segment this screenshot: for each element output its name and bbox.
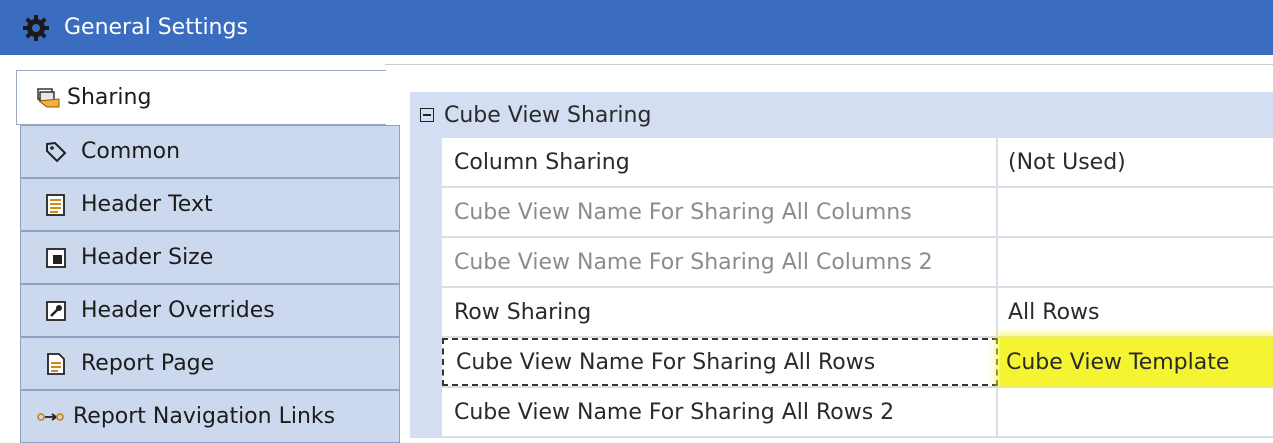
- section-header-cube-view-sharing[interactable]: Cube View Sharing: [410, 92, 1273, 138]
- tab-label: Header Text: [81, 192, 213, 217]
- property-value[interactable]: [998, 188, 1273, 236]
- tag-icon: [45, 141, 67, 163]
- property-row[interactable]: Cube View Name For Sharing All Rows 2: [442, 388, 1273, 438]
- section-title: Cube View Sharing: [444, 102, 652, 128]
- property-grid: Cube View Sharing Column Sharing (Not Us…: [410, 92, 1273, 438]
- tab-report-page[interactable]: Report Page: [20, 337, 400, 390]
- property-value-highlighted[interactable]: Cube View Template: [1000, 338, 1273, 386]
- property-row[interactable]: Cube View Name For Sharing All Columns 2: [442, 238, 1273, 288]
- tab-label: Report Navigation Links: [73, 404, 336, 429]
- tab-header-text[interactable]: Header Text: [20, 178, 400, 231]
- property-row[interactable]: Row Sharing All Rows: [442, 288, 1273, 338]
- gear-icon: [22, 14, 50, 42]
- property-value[interactable]: (Not Used): [998, 138, 1273, 186]
- resize-icon: [45, 247, 67, 269]
- tab-label: Sharing: [67, 85, 152, 110]
- property-name: Cube View Name For Sharing All Columns 2: [442, 238, 998, 286]
- folder-share-icon: [37, 87, 60, 109]
- tab-label: Header Size: [81, 245, 214, 270]
- property-row[interactable]: Column Sharing (Not Used): [442, 138, 1273, 188]
- property-name: Cube View Name For Sharing All Columns: [442, 188, 998, 236]
- wrench-icon: [45, 300, 67, 322]
- tab-label: Report Page: [81, 351, 215, 376]
- tab-header-overrides[interactable]: Header Overrides: [20, 284, 400, 337]
- property-name: Cube View Name For Sharing All Rows: [442, 338, 998, 386]
- tab-common[interactable]: Common: [20, 125, 400, 178]
- nav-links-icon: [37, 406, 65, 428]
- property-name: Column Sharing: [442, 138, 998, 186]
- tab-label: Common: [81, 139, 181, 164]
- property-name: Row Sharing: [442, 288, 998, 336]
- property-row[interactable]: Cube View Name For Sharing All Columns: [442, 188, 1273, 238]
- collapse-icon[interactable]: [420, 108, 434, 122]
- window-title: General Settings: [64, 15, 248, 40]
- frame-divider: [385, 64, 1273, 65]
- property-value[interactable]: [998, 238, 1273, 286]
- tab-label: Header Overrides: [81, 298, 275, 323]
- property-value[interactable]: [998, 388, 1273, 436]
- property-name: Cube View Name For Sharing All Rows 2: [442, 388, 998, 436]
- tab-report-navigation-links[interactable]: Report Navigation Links: [20, 390, 400, 443]
- property-value[interactable]: All Rows: [998, 288, 1273, 336]
- property-row-selected[interactable]: Cube View Name For Sharing All Rows Cube…: [442, 338, 1273, 388]
- page-icon: [45, 352, 67, 375]
- text-doc-icon: [45, 193, 67, 216]
- tab-sharing[interactable]: Sharing: [16, 70, 386, 125]
- window-titlebar: General Settings: [0, 0, 1273, 55]
- tab-header-size[interactable]: Header Size: [20, 231, 400, 284]
